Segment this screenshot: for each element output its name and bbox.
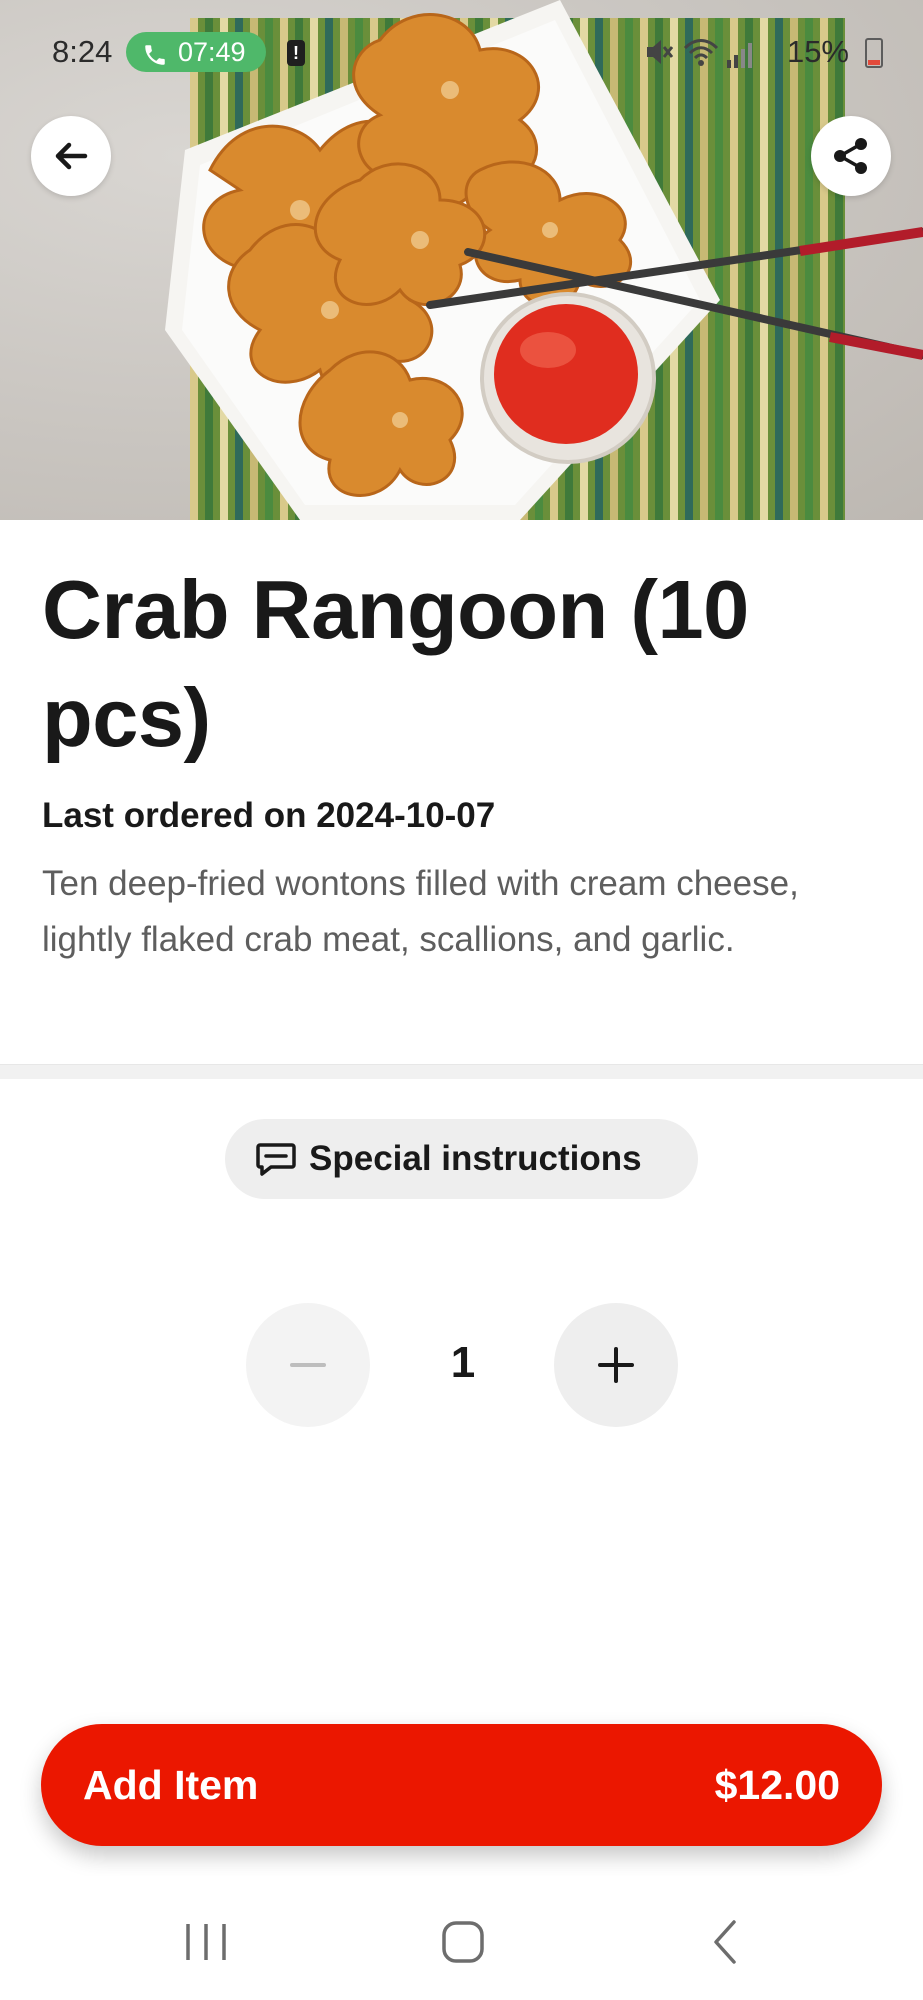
- quantity-value: 1: [450, 1338, 476, 1387]
- phone-icon: [142, 39, 168, 79]
- battery-percent: 15%: [786, 34, 849, 69]
- minus-icon: [290, 1363, 326, 1367]
- back-button[interactable]: [31, 116, 111, 196]
- home-icon: [442, 1921, 484, 1963]
- bamboo-mat-stripe: [835, 18, 843, 520]
- add-item-button[interactable]: Add Item $12.00: [41, 1724, 882, 1846]
- item-price: $12.00: [714, 1762, 840, 1808]
- system-nav-bar: [0, 1876, 923, 2000]
- battery-icon: [865, 38, 883, 68]
- bamboo-mat-stripe: [730, 18, 738, 520]
- back-icon: [714, 1920, 736, 1964]
- home-button[interactable]: [422, 1914, 502, 1974]
- nav-back-button[interactable]: [682, 1914, 762, 1974]
- special-instructions-button[interactable]: Special instructions: [225, 1119, 698, 1199]
- plus-icon: [598, 1347, 634, 1383]
- bamboo-mat-stripe: [760, 18, 768, 520]
- last-ordered-text: Last ordered on 2024-10-07: [42, 796, 496, 835]
- bamboo-mat-stripe: [715, 18, 723, 520]
- bamboo-mat-stripe: [775, 18, 783, 520]
- bamboo-mat-stripe: [820, 18, 828, 520]
- call-timer: 07:49: [178, 37, 246, 67]
- share-button[interactable]: [811, 116, 891, 196]
- item-title: Crab Rangoon (10 pcs): [42, 563, 749, 764]
- share-icon: [834, 138, 867, 174]
- alert-icon: !: [287, 40, 305, 66]
- add-item-label: Add Item: [83, 1762, 259, 1808]
- status-time: 8:24: [52, 34, 113, 69]
- message-icon: [255, 1141, 297, 1186]
- bamboo-mat-stripe: [745, 18, 753, 520]
- bamboo-mat-stripe: [790, 18, 798, 520]
- decrease-quantity-button[interactable]: [246, 1303, 370, 1427]
- bamboo-mat-stripe: [805, 18, 813, 520]
- item-description: Ten deep-fried wontons filled with cream…: [42, 864, 799, 959]
- increase-quantity-button[interactable]: [554, 1303, 678, 1427]
- section-divider: [0, 1064, 923, 1079]
- mute-icon: [643, 36, 674, 73]
- recent-apps-icon: [186, 1924, 226, 1960]
- recent-apps-button[interactable]: [166, 1914, 246, 1974]
- call-timer-pill[interactable]: 07:49: [126, 32, 266, 72]
- signal-icon: [725, 40, 753, 73]
- wifi-icon: [683, 38, 719, 73]
- hero-food-image: [0, 0, 923, 520]
- special-instructions-label: Special instructions: [309, 1139, 642, 1178]
- status-bar: 8:24 07:49 ! 15%: [0, 26, 923, 78]
- arrow-left-icon: [55, 142, 88, 170]
